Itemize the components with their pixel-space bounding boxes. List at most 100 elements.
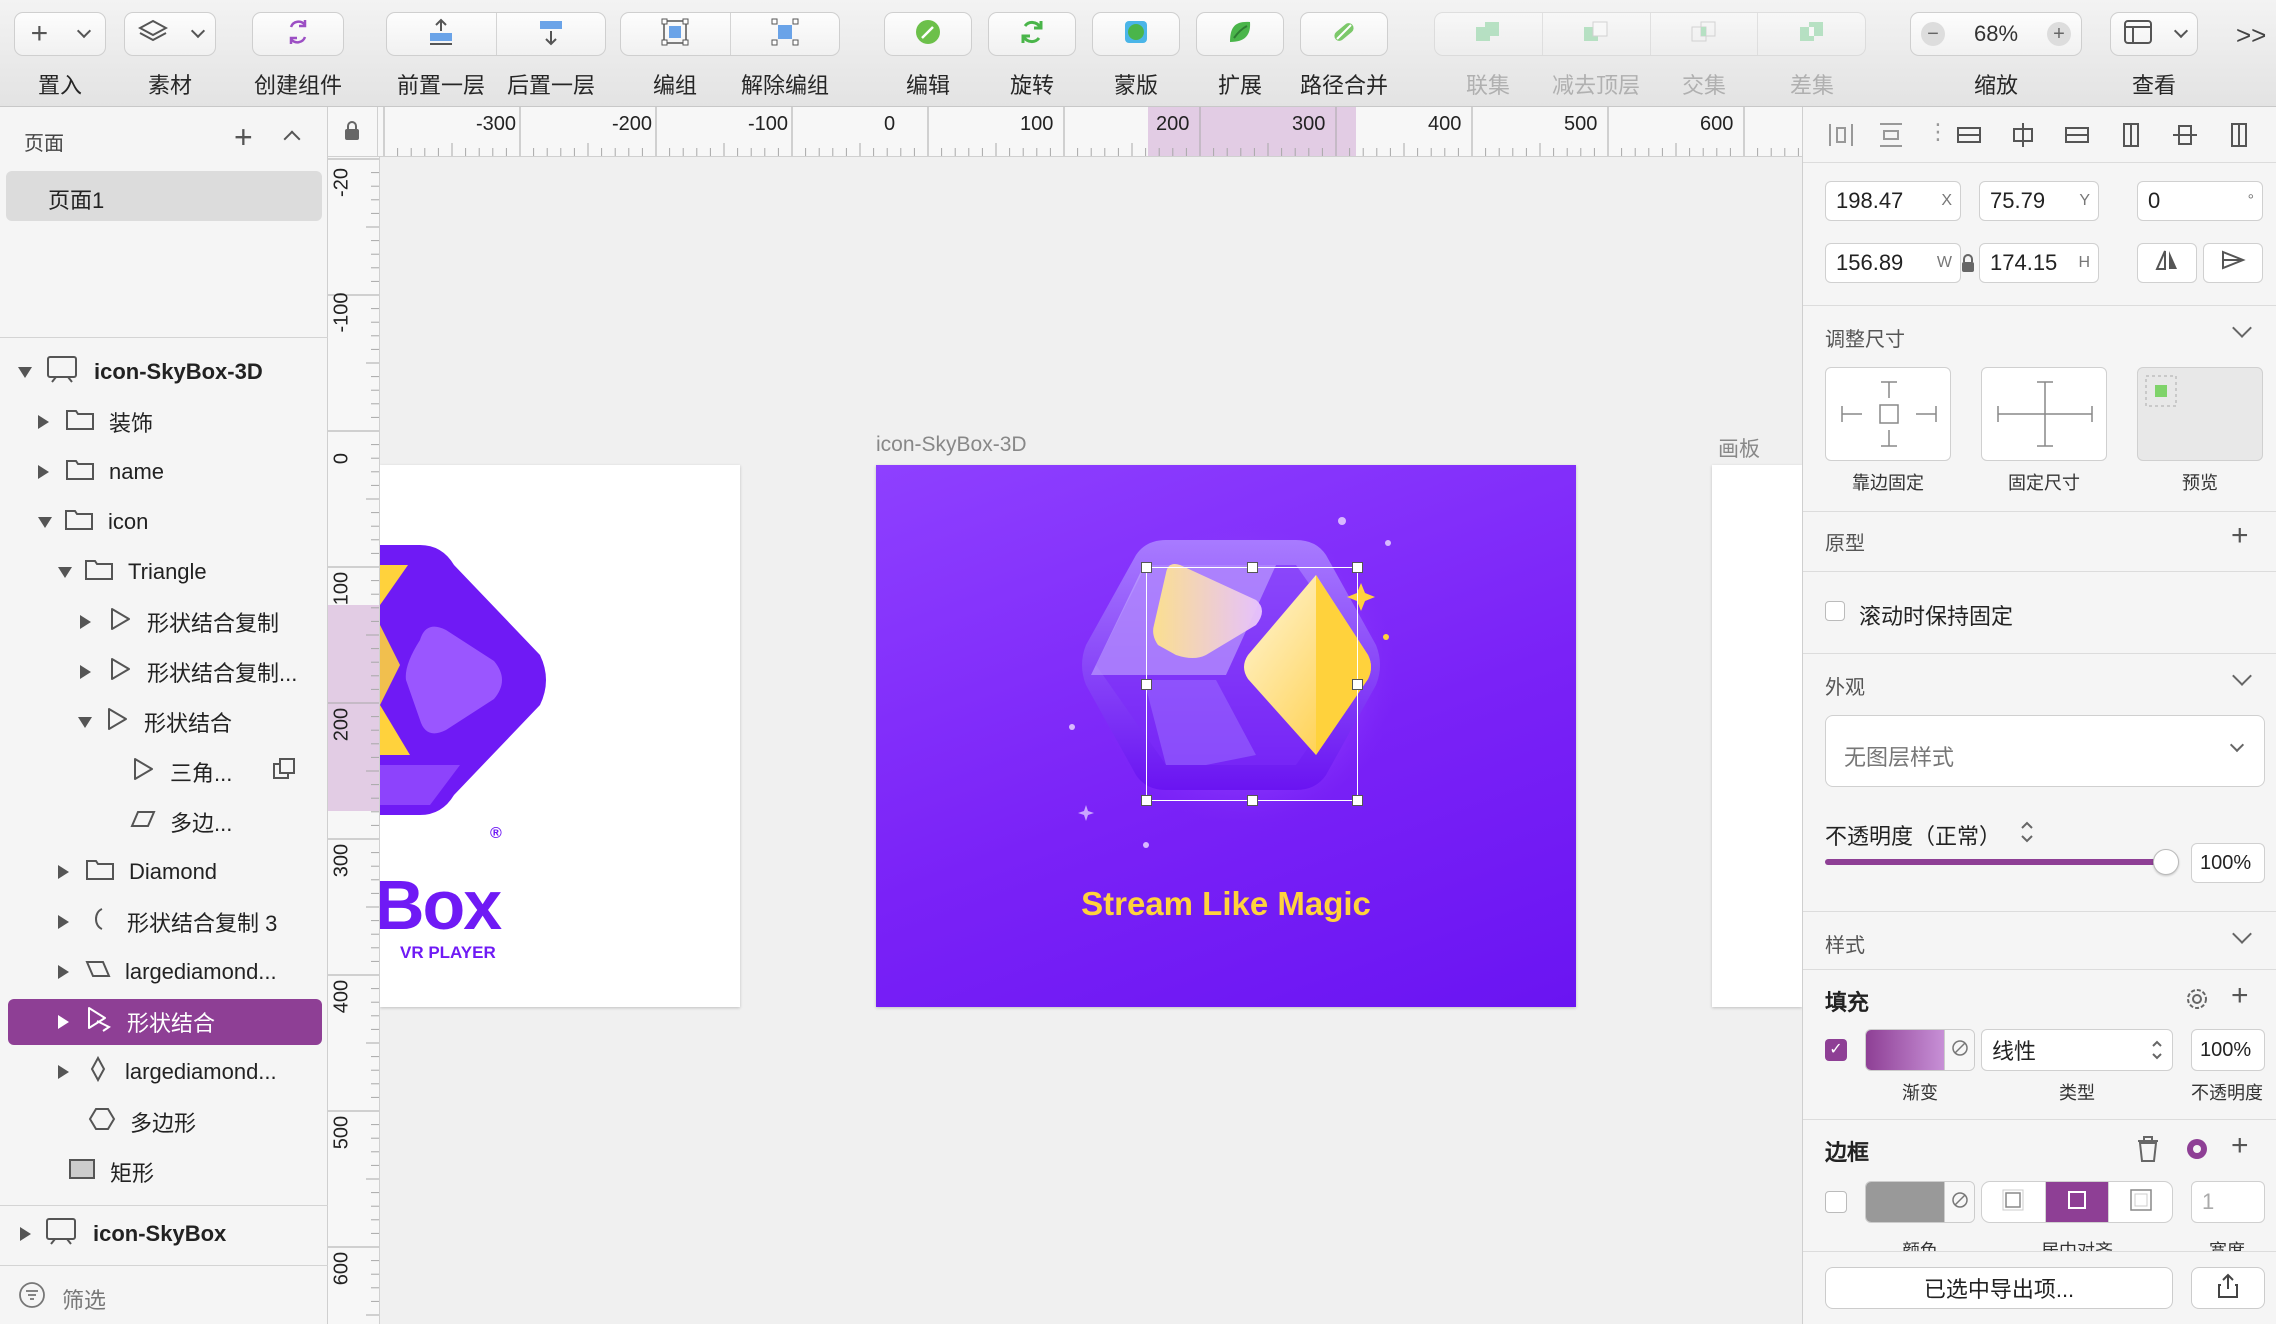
layer-artboard-skybox-3d[interactable]: icon-SkyBox-3D: [8, 349, 322, 395]
artboard-title[interactable]: icon-SkyBox-3D: [876, 433, 1027, 457]
ungroup-button[interactable]: [731, 13, 840, 55]
layer-group-triangle[interactable]: Triangle: [8, 549, 322, 595]
layer-style-select[interactable]: 无图层样式: [1825, 715, 2265, 787]
layer-largediamond-1[interactable]: largediamond...: [8, 949, 322, 995]
y-field[interactable]: 75.79 Y: [1979, 181, 2099, 221]
collapse-appearance-icon[interactable]: [2232, 666, 2252, 686]
border-inside-button[interactable]: [1982, 1182, 2046, 1222]
fix-size-button[interactable]: [1981, 367, 2107, 461]
layer-largediamond-2[interactable]: largediamond...: [8, 1049, 322, 1095]
resize-handle[interactable]: [1352, 562, 1363, 573]
border-color-swatch[interactable]: [1865, 1181, 1975, 1223]
flip-horizontal-button[interactable]: [2137, 243, 2197, 283]
artboard-blank[interactable]: [1712, 465, 1802, 1007]
align-left-icon[interactable]: [1955, 121, 1983, 154]
align-center-icon[interactable]: [2009, 121, 2037, 154]
opacity-slider-knob[interactable]: [2153, 849, 2179, 875]
group-button[interactable]: [621, 13, 731, 55]
align-middle-icon[interactable]: [2171, 121, 2199, 154]
resize-handle[interactable]: [1352, 795, 1363, 806]
layer-shape-combined-copy[interactable]: 形状结合复制: [8, 599, 322, 645]
add-fill-button[interactable]: +: [2231, 981, 2249, 1011]
create-symbol-button[interactable]: [252, 12, 344, 56]
layer-group-name[interactable]: name: [8, 449, 322, 495]
flip-vertical-button[interactable]: [2203, 243, 2263, 283]
backward-button[interactable]: [497, 13, 606, 55]
edit-button[interactable]: [884, 12, 972, 56]
align-right-icon[interactable]: [2063, 121, 2091, 154]
export-selected-button[interactable]: 已选中导出项...: [1825, 1267, 2173, 1309]
resize-handle[interactable]: [1141, 795, 1152, 806]
resize-handle[interactable]: [1352, 679, 1363, 690]
rotate-button[interactable]: [988, 12, 1076, 56]
view-button[interactable]: [2110, 12, 2198, 56]
border-outside-button[interactable]: [2109, 1182, 2172, 1222]
distribute-horizontal-icon[interactable]: [1827, 121, 1855, 154]
page-item-1[interactable]: 页面1: [6, 171, 322, 221]
filter-input[interactable]: 筛选: [62, 1283, 106, 1315]
intersect-button[interactable]: [1651, 13, 1759, 55]
layer-group-diamond[interactable]: Diamond: [8, 849, 322, 895]
assets-button[interactable]: [124, 12, 216, 56]
resize-handle[interactable]: [1247, 795, 1258, 806]
blend-mode-stepper-icon[interactable]: [2019, 819, 2035, 850]
fill-settings-gear-icon[interactable]: [2183, 985, 2211, 1018]
collapse-resize-icon[interactable]: [2232, 318, 2252, 338]
zoom-out-button[interactable]: −: [1921, 22, 1945, 46]
zoom-in-button[interactable]: +: [2046, 22, 2071, 46]
artboard-skybox[interactable]: ® Box VR PLAYER: [380, 465, 740, 1007]
collapse-pages-icon[interactable]: [283, 130, 301, 148]
border-width-input[interactable]: 1: [2191, 1181, 2265, 1223]
difference-button[interactable]: [1758, 13, 1865, 55]
fill-enabled-checkbox[interactable]: ✓: [1825, 1039, 1847, 1061]
mask-button[interactable]: [1092, 12, 1180, 56]
distribute-vertical-icon[interactable]: [1877, 121, 1905, 154]
overflow-button[interactable]: >>: [2236, 20, 2266, 51]
layer-polygon[interactable]: 多边...: [8, 799, 322, 845]
border-settings-gear-icon[interactable]: [2183, 1135, 2211, 1168]
more-icon[interactable]: ⋮: [1927, 119, 1949, 145]
filter-icon[interactable]: [18, 1281, 46, 1314]
add-prototype-button[interactable]: +: [2231, 521, 2249, 551]
fill-opacity-input[interactable]: 100%: [2191, 1029, 2265, 1071]
layer-group-decoration[interactable]: 装饰: [8, 399, 322, 445]
collapse-style-icon[interactable]: [2232, 924, 2252, 944]
layer-group-icon[interactable]: icon: [8, 499, 322, 545]
layer-shape-combined-copy-2[interactable]: 形状结合复制...: [8, 649, 322, 695]
opacity-slider[interactable]: [1825, 849, 2179, 875]
artboard-title[interactable]: 画板: [1718, 433, 1760, 463]
flatten-button[interactable]: [1300, 12, 1388, 56]
layer-triangle[interactable]: 三角...: [8, 749, 322, 795]
pin-edge-button[interactable]: [1825, 367, 1951, 461]
x-field[interactable]: 198.47 X: [1825, 181, 1961, 221]
forward-button[interactable]: [387, 13, 497, 55]
trash-icon[interactable]: [2135, 1135, 2161, 1168]
fill-type-select[interactable]: 线性: [1981, 1029, 2173, 1071]
resize-handle[interactable]: [1141, 562, 1152, 573]
layer-shape-combined-copy-3[interactable]: 形状结合复制 3: [8, 899, 322, 945]
rotation-field[interactable]: 0 °: [2137, 181, 2263, 221]
union-button[interactable]: [1435, 13, 1543, 55]
artboard-skybox-3d[interactable]: Stream Like Magic: [876, 465, 1576, 1007]
layer-shape-combined-selected[interactable]: 形状结合: [8, 999, 322, 1045]
fix-on-scroll-checkbox[interactable]: [1825, 601, 1845, 621]
insert-button[interactable]: +: [14, 12, 106, 56]
layer-hexagon[interactable]: 多边形: [8, 1099, 322, 1145]
width-field[interactable]: 156.89 W: [1825, 243, 1961, 283]
border-center-button[interactable]: [2045, 1182, 2110, 1222]
height-field[interactable]: 174.15 H: [1979, 243, 2099, 283]
add-page-button[interactable]: +: [234, 119, 253, 156]
boolean-op-icon[interactable]: [272, 757, 296, 787]
add-border-button[interactable]: +: [2231, 1131, 2249, 1161]
layer-artboard-skybox[interactable]: icon-SkyBox: [8, 1211, 322, 1257]
share-button[interactable]: [2191, 1267, 2265, 1309]
fill-swatch[interactable]: [1865, 1029, 1975, 1071]
canvas[interactable]: ® Box VR PLAYER icon-SkyBox-3D Stream Li…: [380, 157, 1802, 1324]
lock-ratio-icon[interactable]: [1959, 253, 1977, 280]
selection-box[interactable]: [1141, 562, 1363, 806]
scale-button[interactable]: [1196, 12, 1284, 56]
align-bottom-icon[interactable]: [2225, 121, 2253, 154]
align-top-icon[interactable]: [2117, 121, 2145, 154]
layer-shape-combined[interactable]: 形状结合: [8, 699, 322, 745]
resize-handle[interactable]: [1247, 562, 1258, 573]
